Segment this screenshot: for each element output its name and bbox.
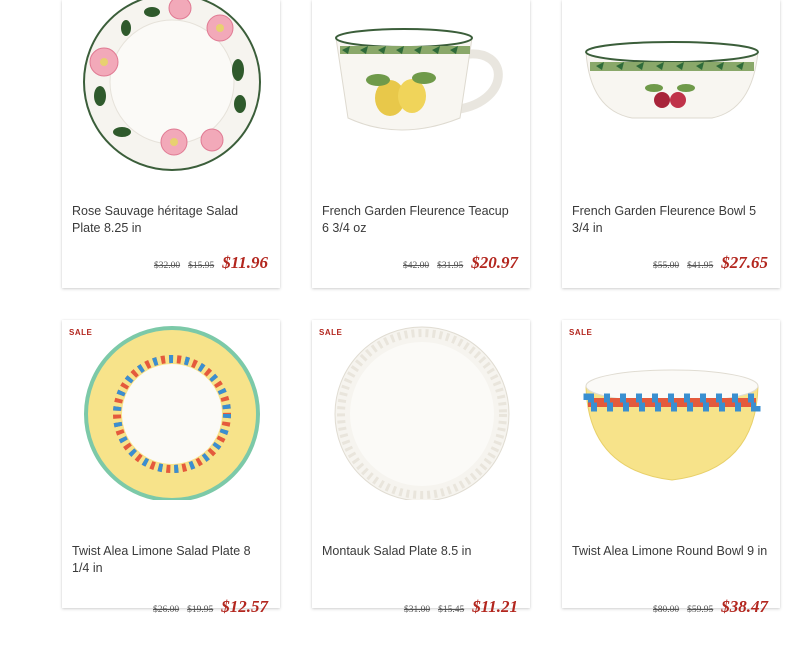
product-image-teacup[interactable] bbox=[312, 0, 530, 180]
product-image-bowl[interactable] bbox=[562, 0, 780, 180]
price-group: $31.00 $15.45 $11.21 bbox=[404, 597, 518, 617]
original-price: $55.00 bbox=[653, 261, 680, 271]
previous-price: $15.45 bbox=[438, 605, 465, 615]
product-card[interactable]: SALE Twist Alea Limone Salad Plate 8 1/4… bbox=[62, 320, 280, 616]
sale-price: $11.96 bbox=[222, 253, 268, 272]
price-group: $26.00 $19.95 $12.57 bbox=[153, 597, 268, 617]
product-image-twist-bowl[interactable] bbox=[562, 320, 780, 500]
previous-price: $15.95 bbox=[188, 261, 215, 271]
product-image-rose-plate[interactable] bbox=[62, 0, 280, 180]
product-title[interactable]: French Garden Fleurence Teacup 6 3/4 oz bbox=[322, 203, 518, 237]
previous-price: $31.95 bbox=[437, 261, 464, 271]
product-card[interactable]: French Garden Fleurence Bowl 5 3/4 in $5… bbox=[562, 0, 780, 288]
previous-price: $59.95 bbox=[687, 605, 714, 615]
sale-badge: SALE bbox=[319, 328, 343, 337]
product-image-montauk-plate[interactable] bbox=[312, 320, 530, 500]
product-card[interactable]: SALE Twist Alea Limone Round Bowl 9 in $… bbox=[562, 320, 780, 616]
product-title[interactable]: Rose Sauvage héritage Salad Plate 8.25 i… bbox=[72, 203, 268, 237]
product-title[interactable]: Montauk Salad Plate 8.5 in bbox=[322, 543, 518, 560]
sale-price: $11.21 bbox=[472, 597, 518, 616]
product-card[interactable]: SALE Montauk Salad Plate 8.5 in $31.00 $… bbox=[312, 320, 530, 616]
product-title[interactable]: Twist Alea Limone Round Bowl 9 in bbox=[572, 543, 768, 560]
sale-price: $20.97 bbox=[471, 253, 518, 272]
original-price: $42.00 bbox=[403, 261, 430, 271]
sale-price: $38.47 bbox=[721, 597, 768, 616]
price-group: $32.00 $15.95 $11.96 bbox=[154, 253, 268, 273]
sale-price: $27.65 bbox=[721, 253, 768, 272]
original-price: $26.00 bbox=[153, 605, 180, 615]
original-price: $31.00 bbox=[403, 605, 431, 615]
product-card[interactable]: Rose Sauvage héritage Salad Plate 8.25 i… bbox=[62, 0, 280, 288]
price-group: $55.00 $41.95 $27.65 bbox=[653, 253, 768, 273]
price-group: $42.00 $31.95 $20.97 bbox=[403, 253, 518, 273]
product-card[interactable]: French Garden Fleurence Teacup 6 3/4 oz … bbox=[312, 0, 530, 288]
product-title[interactable]: French Garden Fleurence Bowl 5 3/4 in bbox=[572, 203, 768, 237]
price-group: $80.00 $59.95 $38.47 bbox=[653, 597, 768, 617]
sale-badge: SALE bbox=[69, 328, 93, 337]
previous-price: $19.95 bbox=[187, 605, 214, 615]
product-image-twist-plate[interactable] bbox=[62, 320, 280, 500]
sale-badge: SALE bbox=[569, 328, 593, 337]
original-price: $32.00 bbox=[153, 261, 181, 271]
previous-price: $41.95 bbox=[687, 261, 714, 271]
product-title[interactable]: Twist Alea Limone Salad Plate 8 1/4 in bbox=[72, 543, 268, 577]
sale-price: $12.57 bbox=[221, 597, 268, 616]
original-price: $80.00 bbox=[653, 605, 680, 615]
